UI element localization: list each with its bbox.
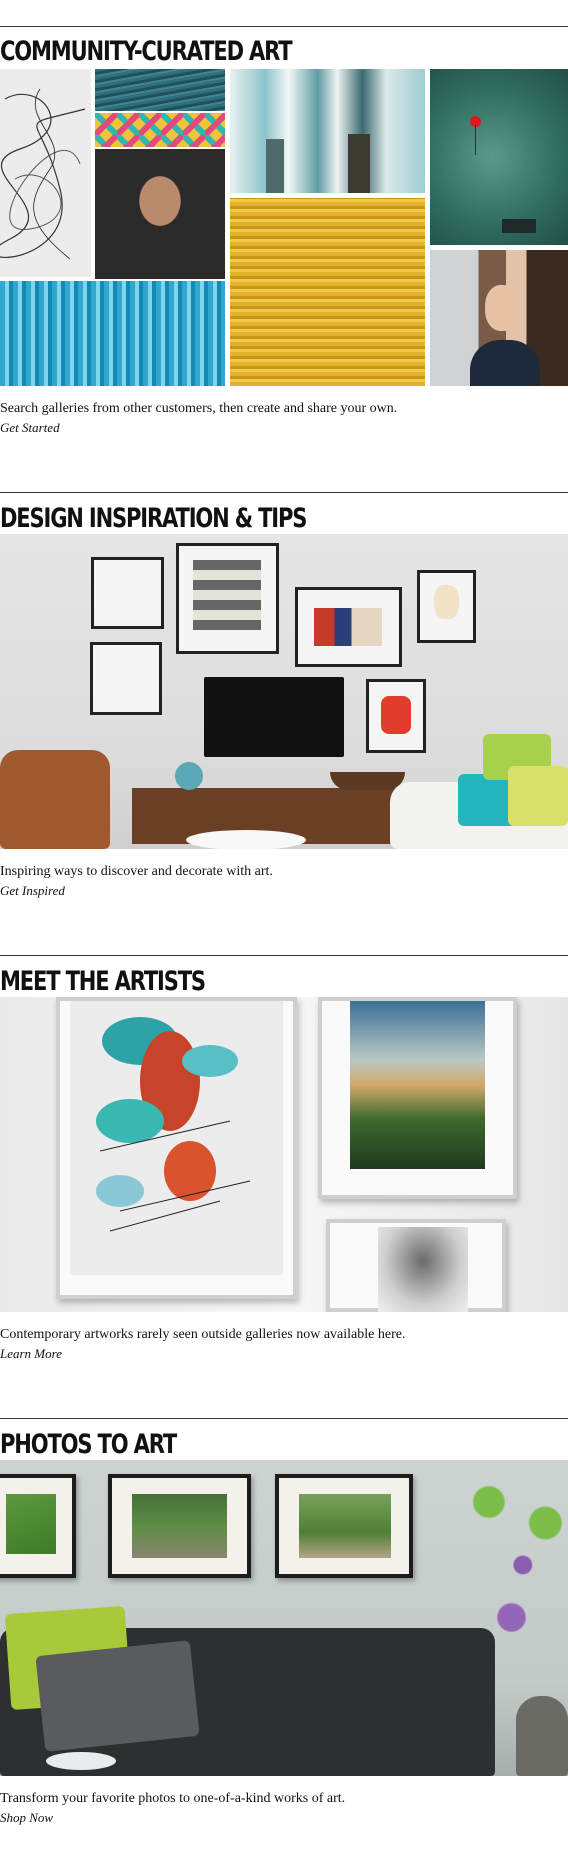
dark-shape: [502, 219, 536, 233]
get-started-link[interactable]: Get Started: [0, 420, 60, 436]
abstract-dark-stroke: [348, 134, 370, 193]
section-description: Contemporary artworks rarely seen outsid…: [0, 1327, 406, 1342]
section-description: Transform your favorite photos to one-of…: [0, 1791, 346, 1806]
vase: [516, 1696, 568, 1776]
grass-photo: [6, 1494, 56, 1554]
community-section: COMMUNITY-CURATED ART Search galleries f…: [0, 0, 568, 450]
face-artwork: [434, 585, 459, 619]
section-title: PHOTOS TO ART: [0, 1429, 177, 1460]
large-artwork-frame: [56, 997, 297, 1299]
portrait-man-tile[interactable]: [95, 149, 225, 279]
red-artwork: [381, 696, 411, 734]
shoulder: [470, 340, 540, 386]
geometric-artwork: [314, 608, 382, 646]
wall-art-frame: [417, 570, 476, 643]
scribble-art-tile[interactable]: [0, 69, 91, 277]
artists-section: MEET THE ARTISTS Contemporary artworks r…: [0, 926, 568, 1376]
waves-art-tile[interactable]: [95, 69, 225, 111]
section-divider: [0, 492, 568, 493]
bowl: [46, 1752, 116, 1770]
forest-artwork-frame: [318, 997, 517, 1199]
stripe-artwork: [193, 560, 261, 630]
community-collage[interactable]: [0, 69, 568, 386]
get-inspired-link[interactable]: Get Inspired: [0, 883, 65, 899]
wooden-bowl: [330, 772, 405, 790]
gray-pillow: [35, 1640, 200, 1752]
abstract-teal-tile[interactable]: [230, 69, 425, 193]
section-title: COMMUNITY-CURATED ART: [0, 36, 293, 67]
yellow-pillow: [508, 766, 568, 826]
living-room-image[interactable]: [0, 534, 568, 849]
inspiration-section: DESIGN INSPIRATION & TIPS Inspiring ways…: [0, 463, 568, 913]
wall-art-frame: [90, 642, 162, 715]
section-description: Inspiring ways to discover and decorate …: [0, 864, 273, 879]
bw-portrait: [378, 1227, 468, 1312]
path-photo: [132, 1494, 227, 1558]
section-divider: [0, 1418, 568, 1419]
ink-splash-artwork: [70, 1001, 283, 1275]
photo-frame: [0, 1474, 76, 1578]
wall-art-frame: [91, 557, 164, 629]
photo-frame: [108, 1474, 251, 1578]
wall-art-frame: [295, 587, 402, 667]
face: [485, 285, 519, 331]
portrait-woman-tile[interactable]: [430, 250, 568, 386]
section-title: MEET THE ARTISTS: [0, 966, 206, 997]
learn-more-link[interactable]: Learn More: [0, 1346, 62, 1362]
forest-painting: [350, 1001, 485, 1169]
blue-vase: [175, 762, 203, 790]
pattern-art-tile[interactable]: [95, 113, 225, 147]
gold-texture-tile[interactable]: [230, 198, 425, 386]
leather-chair: [0, 750, 110, 849]
artists-gallery-image[interactable]: [0, 997, 568, 1312]
shop-now-link[interactable]: Shop Now: [0, 1810, 53, 1826]
section-divider: [0, 26, 568, 27]
photo-frame: [275, 1474, 413, 1578]
wall-art-frame: [366, 679, 426, 753]
section-title: DESIGN INSPIRATION & TIPS: [0, 503, 307, 534]
ice-art-tile[interactable]: [0, 281, 225, 386]
photos-section: PHOTOS TO ART Transform your favorite ph…: [0, 1389, 568, 1859]
television: [204, 677, 344, 757]
wall-art-frame: [176, 543, 279, 654]
abstract-dark-stroke: [266, 139, 284, 193]
child-photo: [299, 1494, 391, 1558]
round-table: [186, 830, 306, 849]
section-divider: [0, 955, 568, 956]
section-description: Search galleries from other customers, t…: [0, 401, 398, 416]
scribble-art-image: [0, 88, 86, 260]
portrait-artwork-frame: [326, 1219, 506, 1312]
photos-room-image[interactable]: [0, 1460, 568, 1776]
stem: [475, 125, 476, 155]
green-landscape-tile[interactable]: [430, 69, 568, 245]
